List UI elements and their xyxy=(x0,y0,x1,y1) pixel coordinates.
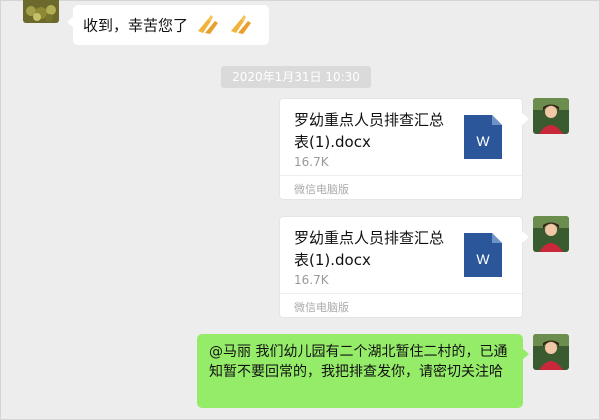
file-message-card[interactable]: 罗幼重点人员排查汇总表(1).docx 16.7K 微信电脑版 W xyxy=(279,216,529,318)
file-name: 罗幼重点人员排查汇总表(1).docx xyxy=(294,111,445,151)
file-card-divider xyxy=(280,293,522,294)
word-doc-letter: W xyxy=(476,133,490,149)
file-card-divider xyxy=(280,175,522,176)
my-avatar-image xyxy=(533,98,569,134)
praying-hands-icon xyxy=(195,13,221,39)
incoming-message-bubble[interactable]: 收到，幸苦您了 xyxy=(67,5,269,45)
outgoing-message-text: @马丽 我们幼儿园有二个湖北暂住二村的，已通知暂不要回常的，我把排查发你，请密切… xyxy=(209,344,508,380)
incoming-message-text: 收到，幸苦您了 xyxy=(83,16,189,35)
file-size: 16.7K xyxy=(294,273,329,287)
file-name: 罗幼重点人员排查汇总表(1).docx xyxy=(294,229,445,269)
message-timestamp: 2020年1月31日 10:30 xyxy=(221,66,371,88)
word-doc-icon: W xyxy=(464,233,502,277)
my-avatar[interactable] xyxy=(533,216,569,252)
my-avatar[interactable] xyxy=(533,98,569,134)
word-doc-icon: W xyxy=(464,115,502,159)
my-avatar-image xyxy=(533,216,569,252)
word-doc-letter: W xyxy=(476,251,490,267)
file-message-card[interactable]: 罗幼重点人员排查汇总表(1).docx 16.7K 微信电脑版 W xyxy=(279,98,529,200)
file-source-label: 微信电脑版 xyxy=(294,183,349,196)
file-size: 16.7K xyxy=(294,155,329,169)
my-avatar[interactable] xyxy=(533,334,569,370)
praying-hands-icon xyxy=(228,13,254,39)
my-avatar-image xyxy=(533,334,569,370)
outgoing-message-bubble[interactable]: @马丽 我们幼儿园有二个湖北暂住二村的，已通知暂不要回常的，我把排查发你，请密切… xyxy=(197,334,529,408)
contact-avatar-image xyxy=(23,0,59,23)
contact-avatar[interactable] xyxy=(23,0,59,23)
file-source-label: 微信电脑版 xyxy=(294,301,349,314)
